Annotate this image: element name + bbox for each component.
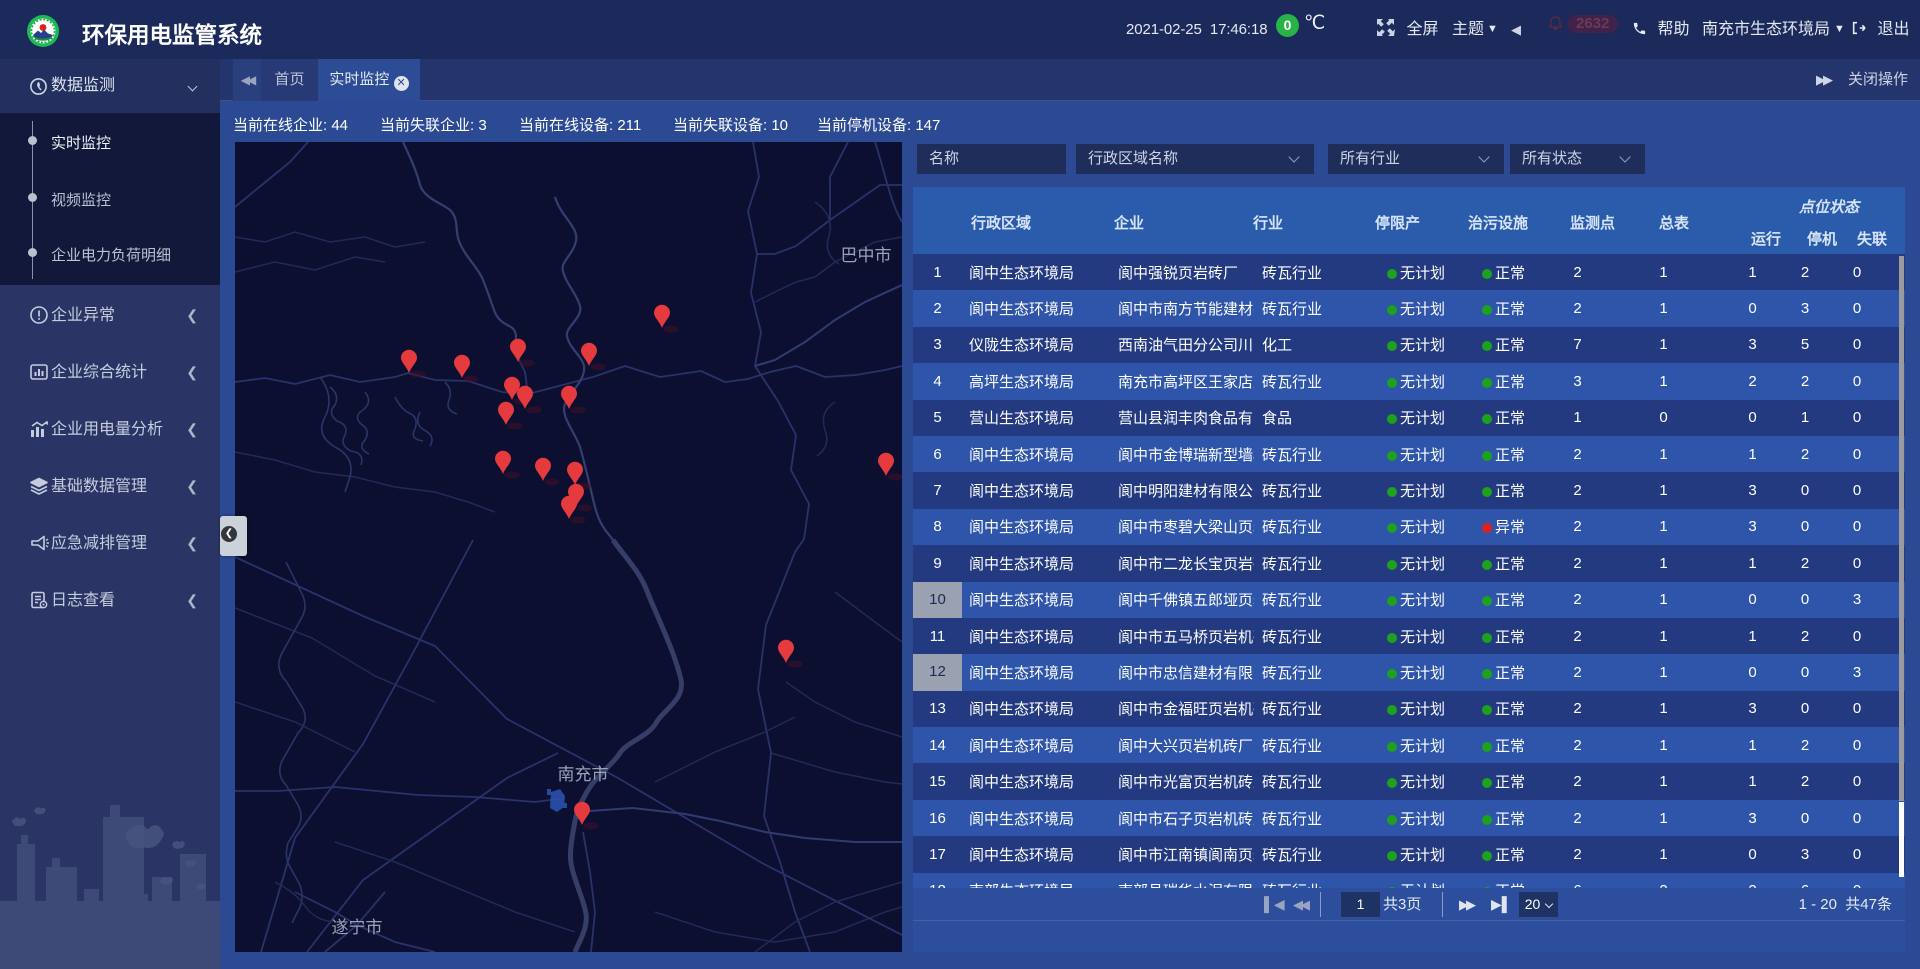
svg-text:南充市: 南充市 xyxy=(558,765,609,784)
svg-text:遂宁市: 遂宁市 xyxy=(332,918,383,937)
svg-text:巴中市: 巴中市 xyxy=(841,246,892,265)
